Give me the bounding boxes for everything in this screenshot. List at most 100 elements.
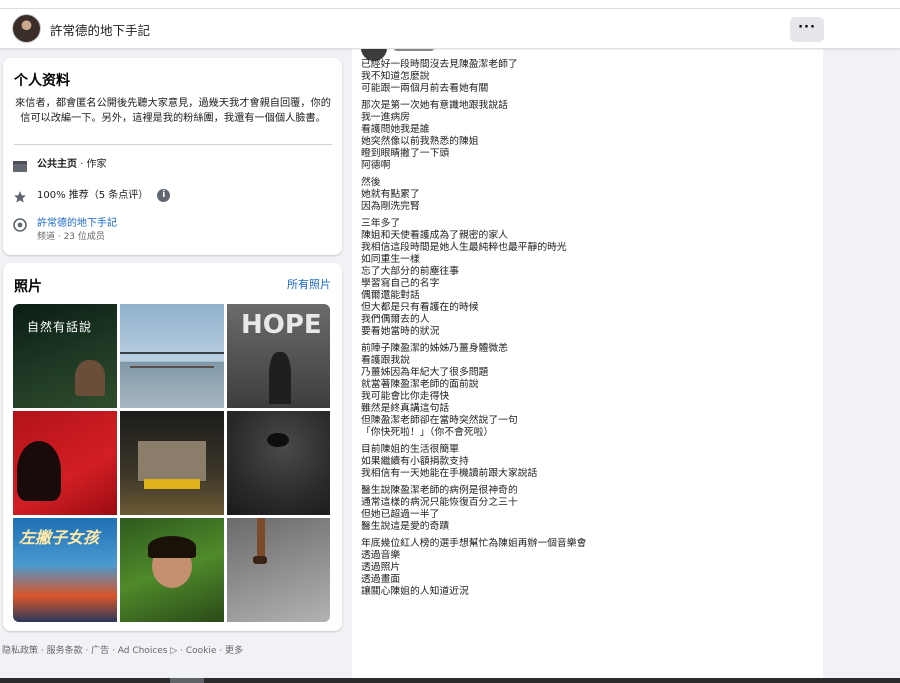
category-row: 公共主页 · 作家	[12, 158, 107, 174]
divider	[14, 144, 332, 145]
post-line: 但大都是只有看護在的時候	[361, 302, 479, 313]
photo-thumbnail[interactable]	[120, 411, 224, 515]
photo-caption: HOPE	[241, 310, 322, 340]
footer-text-2[interactable]: · Cookie · 更多	[180, 646, 243, 656]
post-line: 如果繼續有小額捐款支持	[361, 456, 469, 467]
photo-thumbnail[interactable]: HOPE	[227, 304, 330, 408]
post-paragraph: 三年多了 陳姐和天使看護成為了親密的家人 我相信這段時間是她人生最純粹也最平靜的時光…	[361, 218, 811, 338]
photo-caption: 自然有話說	[27, 320, 93, 334]
post-line: 但她已超過一半了	[361, 509, 440, 520]
post-line: 「你快死啦！」（你不會死啦）	[361, 427, 494, 438]
adchoices-icon[interactable]: ▷	[170, 646, 177, 656]
photo-figure	[269, 352, 291, 404]
photo-machines	[138, 441, 206, 481]
photo-thumbnail[interactable]: 自然有話說	[13, 304, 117, 408]
page-header: 許常德的地下手記 ···	[0, 9, 900, 49]
photo-grid: 自然有話說 HOPE 左撇子女孩	[13, 304, 330, 622]
post-line: 學習寫自己的名字	[361, 278, 440, 289]
intro-bio: 來信者，都會匿名公開後先聽大家意見，過幾天我才會親自回覆，你的信可以改編一下。另…	[15, 98, 331, 124]
post-line: 我一進病房	[361, 112, 410, 123]
flag-icon	[12, 158, 28, 174]
post-line: 忘了大部分的前塵往事	[361, 266, 459, 277]
post-line: 那次是第一次她有意識地跟我說話	[361, 100, 508, 111]
photo-seats	[144, 479, 200, 489]
category-value: · 作家	[77, 159, 107, 170]
photo-spider	[267, 433, 289, 447]
post-line: 目前陳姐的生活很簡單	[361, 444, 459, 455]
post-line: 陳姐和天使看護成為了親密的家人	[361, 230, 508, 241]
category-label: 公共主页	[37, 159, 77, 170]
post-line: 三年多了	[361, 218, 401, 229]
recommend-row: 100% 推荐（5 条点评） i	[12, 189, 171, 205]
intro-card: 个人资料 來信者，都會匿名公開後先聽大家意見，過幾天我才會親自回覆，你的信可以改…	[3, 58, 342, 255]
photo-railing	[130, 366, 214, 368]
photo-thumbnail[interactable]	[120, 304, 224, 408]
post-line: 看護問她我是誰	[361, 124, 430, 135]
photo-thumbnail[interactable]	[120, 518, 224, 622]
taskbar	[0, 678, 900, 683]
post-line: 她突然像以前我熟悉的陳姐	[361, 136, 479, 147]
group-link[interactable]: 許常德的地下手記	[37, 218, 117, 229]
post-line: 我不知道怎麼說	[361, 71, 430, 82]
group-meta: 频道 · 23 位成员	[37, 232, 105, 242]
avatar[interactable]	[12, 14, 41, 43]
post-paragraph: 然後 她就有點累了 因為剛洗完腎	[361, 177, 811, 213]
photo-figure	[75, 360, 105, 396]
post-paragraph: 醫生說陳盈潔老師的病例是很神奇的 通常這樣的病況只能恢復百分之三十 但她已超過一半了…	[361, 485, 811, 533]
post-line: 雖然是終真講這句話	[361, 403, 450, 414]
photo-hair	[148, 536, 196, 558]
browser-top-strip	[0, 0, 900, 9]
post-line: 她就有點累了	[361, 189, 420, 200]
post-text: 已經好一段時間沒去見陳盈潔老師了 我不知道怎麼說 可能跟一兩個月前去看她有關那次是第…	[361, 59, 811, 603]
post-line: 透過畫面	[361, 574, 401, 585]
post-line: 我相信這段時間是她人生最純粹也最平靜的時光	[361, 242, 567, 253]
post-line: 瞪到眼睛撇了一下頭	[361, 148, 450, 159]
post-card: 已經好一段時間沒去見陳盈潔老師了 我不知道怎麼說 可能跟一兩個月前去看她有關那次是第…	[352, 49, 823, 683]
post-line: 我相信有一天她能在手機讀前跟大家說話	[361, 468, 538, 479]
all-photos-link[interactable]: 所有照片	[287, 276, 331, 292]
recommend-text: 100% 推荐（5 条点评）	[37, 190, 149, 201]
page-title[interactable]: 許常德的地下手記	[50, 20, 150, 39]
post-line: 但陳盈潔老師卻在當時突然說了一句	[361, 415, 518, 426]
post-line: 要看她當時的狀況	[361, 326, 440, 337]
photo-thumbnail[interactable]	[227, 411, 330, 515]
intro-title: 个人资料	[14, 73, 70, 89]
post-line: 看護跟我說	[361, 355, 410, 366]
page-gutter	[823, 49, 900, 683]
post-paragraph: 那次是第一次她有意識地跟我說話 我一進病房 看護問她我是誰 她突然像以前我熟悉的陳姐瞪…	[361, 100, 811, 172]
post-line: 我可能會比你走得快	[361, 391, 450, 402]
post-paragraph: 已經好一段時間沒去見陳盈潔老師了 我不知道怎麼說 可能跟一兩個月前去看她有關	[361, 59, 811, 95]
post-line: 透過音樂	[361, 550, 401, 561]
post-line: 我們偶爾去的人	[361, 314, 430, 325]
footer-text[interactable]: 隐私政策 · 服务条款 · 广告 · Ad Choices	[2, 646, 168, 656]
post-line: 醫生說這是愛的奇蹟	[361, 521, 450, 532]
post-line: 偶爾還能對話	[361, 290, 420, 301]
photo-caption: 左撇子女孩	[19, 528, 100, 547]
post-line: 乃薑姊因為年紀大了很多問題	[361, 367, 489, 378]
post-line: 因為剛洗完腎	[361, 201, 420, 212]
photo-thumbnail[interactable]	[227, 518, 330, 622]
post-line: 就當著陳盈潔老師的面前說	[361, 379, 479, 390]
post-paragraph: 前陣子陳盈潔的姊姊乃薑身體微恙 看護跟我說 乃薑姊因為年紀大了很多問題 就當著陳盈潔老…	[361, 343, 811, 439]
post-line: 醫生說陳盈潔老師的病例是很神奇的	[361, 485, 518, 496]
taskbar-item[interactable]	[170, 678, 204, 683]
footer-links: 隐私政策 · 服务条款 · 广告 · Ad Choices ▷ · Cookie…	[2, 643, 243, 656]
post-line: 如同重生一樣	[361, 254, 420, 265]
photos-title: 照片	[14, 279, 42, 295]
info-icon[interactable]: i	[157, 189, 171, 202]
photo-figure	[17, 441, 61, 501]
photo-thumbnail[interactable]: 左撇子女孩	[13, 518, 117, 622]
post-line: 阿德啊	[361, 160, 391, 171]
post-line: 通常這樣的病況只能恢復百分之三十	[361, 497, 518, 508]
post-line: 年底幾位紅人榜的選手想幫忙為陳姐再辦一個音樂會	[361, 538, 587, 549]
star-icon	[12, 189, 28, 205]
post-line: 透過照片	[361, 562, 401, 573]
photo-thumbnail[interactable]	[13, 411, 117, 515]
post-line: 然後	[361, 177, 381, 188]
post-line: 已經好一段時間沒去見陳盈潔老師了	[361, 59, 518, 70]
more-options-button[interactable]: ···	[790, 17, 824, 42]
post-line: 前陣子陳盈潔的姊姊乃薑身體微恙	[361, 343, 508, 354]
post-paragraph: 年底幾位紅人榜的選手想幫忙為陳姐再辦一個音樂會 透過音樂 透過照片 透過畫面 讓關心陳姐…	[361, 538, 811, 598]
group-row: 許常德的地下手記 频道 · 23 位成员	[12, 217, 117, 244]
photos-card: 照片 所有照片 自然有話說 HOPE 左撇子女孩	[3, 263, 342, 631]
